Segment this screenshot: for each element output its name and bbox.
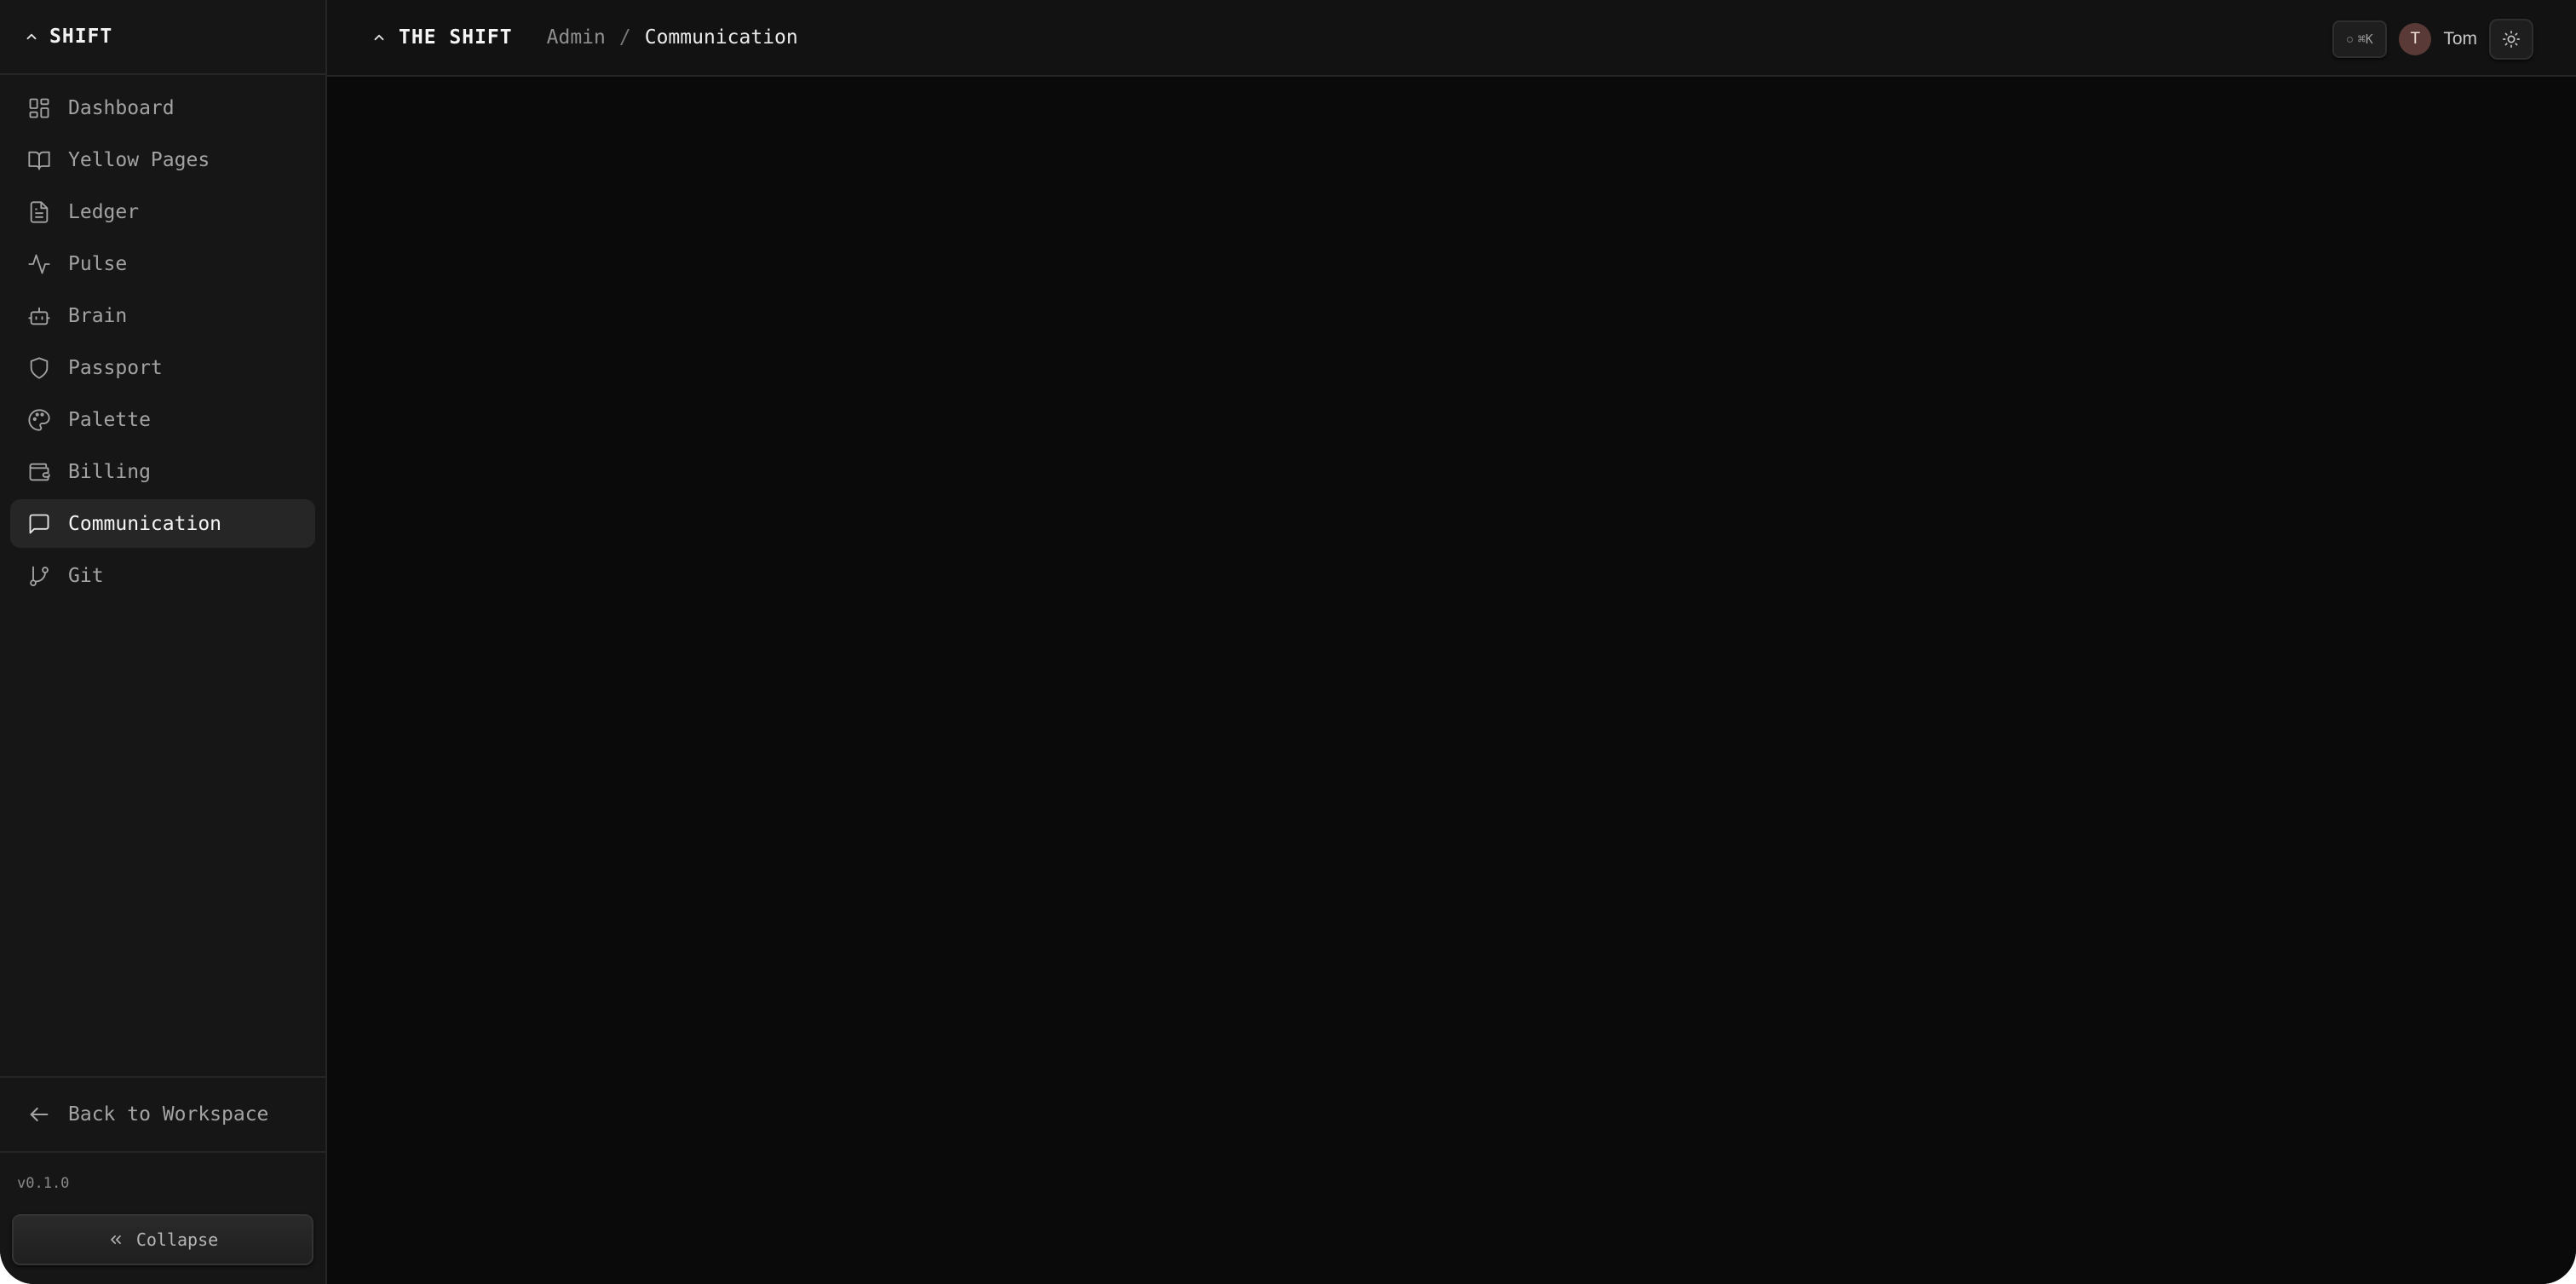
sidebar-item-dashboard[interactable]: Dashboard <box>10 83 315 132</box>
app-window: SHIFT Dashboard Yellow Pages Ledger Puls… <box>0 0 2576 1284</box>
theme-toggle-button[interactable] <box>2489 19 2533 60</box>
breadcrumb-current: Communication <box>644 26 798 49</box>
sidebar-item-palette[interactable]: Palette <box>10 395 315 444</box>
main-area: THE SHIFT Admin / Communication ⌘K T Tom <box>327 0 2576 1284</box>
command-palette-button[interactable]: ⌘K <box>2332 20 2388 58</box>
collapse-button[interactable]: Collapse <box>12 1214 313 1265</box>
sidebar-item-yellow-pages[interactable]: Yellow Pages <box>10 135 315 184</box>
sidebar-item-label: Pulse <box>68 252 128 275</box>
chevrons-left-icon <box>110 1235 121 1244</box>
document-icon <box>30 200 49 223</box>
collapse-label: Collapse <box>135 1229 219 1250</box>
page-content <box>327 77 2576 1284</box>
message-icon <box>29 514 49 533</box>
chevron-up-icon <box>26 33 37 40</box>
user-name[interactable]: Tom <box>2443 29 2477 49</box>
arrow-left-icon <box>30 1107 49 1122</box>
brand-name: SHIFT <box>49 26 113 48</box>
breadcrumb: Admin / Communication <box>547 26 798 49</box>
sidebar-item-label: Communication <box>68 512 222 535</box>
sidebar-item-brain[interactable]: Brain <box>10 291 315 340</box>
avatar[interactable]: T <box>2399 23 2432 55</box>
sidebar-item-communication[interactable]: Communication <box>10 499 315 548</box>
version-label: v0.1.0 <box>17 1175 70 1192</box>
book-icon <box>28 151 50 170</box>
activity-icon <box>28 254 50 273</box>
sidebar-item-label: Yellow Pages <box>68 148 210 171</box>
sidebar-footer: Back to Workspace v0.1.0 Collapse <box>0 1076 325 1284</box>
sidebar-header[interactable]: SHIFT <box>0 0 325 75</box>
sidebar-item-ledger[interactable]: Ledger <box>10 187 315 236</box>
org-name: THE SHIFT <box>399 26 513 49</box>
wallet-icon <box>29 463 50 481</box>
sidebar-item-label: Dashboard <box>68 96 175 119</box>
sidebar-item-label: Git <box>68 564 104 587</box>
dashboard-icon <box>29 98 49 118</box>
sidebar-item-label: Passport <box>68 356 163 379</box>
sidebar: SHIFT Dashboard Yellow Pages Ledger Puls… <box>0 0 327 1284</box>
robot-icon <box>28 307 50 325</box>
top-bar-actions: ⌘K T Tom <box>2332 19 2533 60</box>
org-switcher[interactable]: THE SHIFT <box>371 26 513 49</box>
search-icon <box>2346 36 2353 43</box>
sun-icon <box>2503 31 2520 48</box>
sidebar-item-git[interactable]: Git <box>10 551 315 600</box>
top-bar: THE SHIFT Admin / Communication ⌘K T Tom <box>327 0 2576 77</box>
sidebar-item-billing[interactable]: Billing <box>10 447 315 496</box>
back-to-workspace-label: Back to Workspace <box>68 1103 269 1126</box>
sidebar-item-passport[interactable]: Passport <box>10 343 315 392</box>
sidebar-item-label: Ledger <box>68 200 140 223</box>
sidebar-item-label: Billing <box>68 460 151 483</box>
palette-icon <box>28 408 50 431</box>
shortcut-label: ⌘K <box>2357 32 2373 47</box>
back-to-workspace-link[interactable]: Back to Workspace <box>0 1076 325 1153</box>
chevron-up-icon <box>374 34 384 41</box>
sidebar-item-label: Palette <box>68 408 151 431</box>
sidebar-item-label: Brain <box>68 304 128 327</box>
breadcrumb-admin[interactable]: Admin <box>547 26 606 49</box>
breadcrumb-separator: / <box>618 26 631 49</box>
sidebar-item-pulse[interactable]: Pulse <box>10 239 315 288</box>
shield-icon <box>30 356 49 379</box>
sidebar-nav: Dashboard Yellow Pages Ledger Pulse Brai… <box>0 75 325 600</box>
git-branch-icon <box>30 566 49 586</box>
